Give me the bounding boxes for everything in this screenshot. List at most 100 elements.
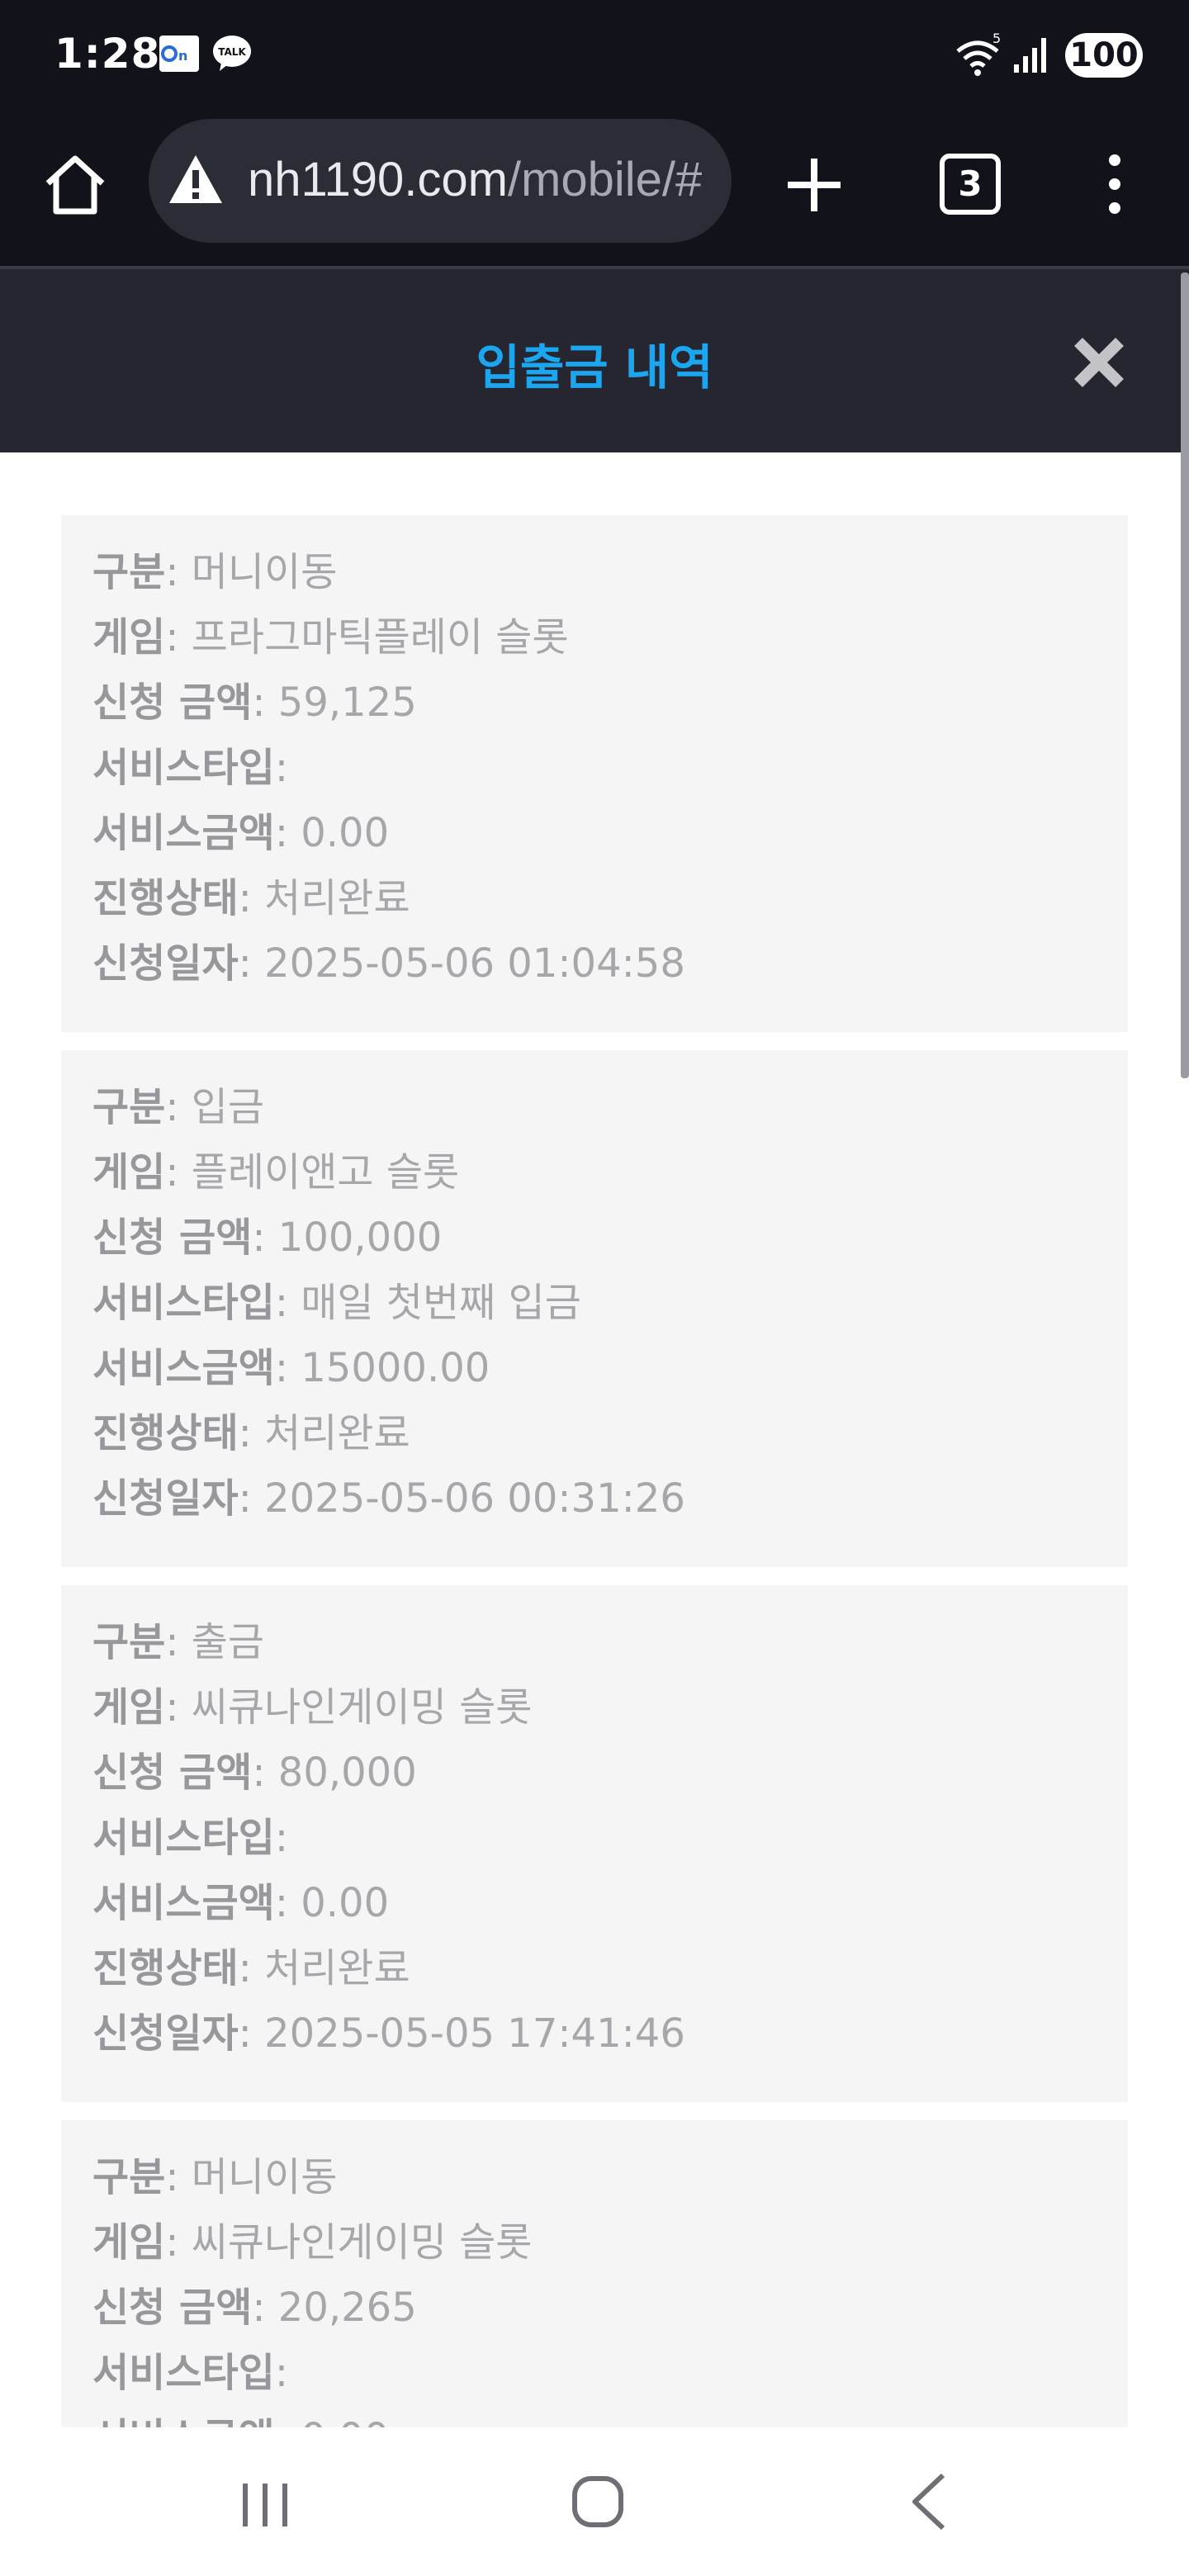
history-card: 구분: 출금 게임: 씨큐나인게이밍 슬롯 신청 금액: 80,000 서비스타… bbox=[61, 1585, 1128, 2102]
value-service-amount: 0.00 bbox=[301, 1880, 390, 1926]
field-game: 게임: 씨큐나인게이밍 슬롯 bbox=[92, 2219, 533, 2266]
field-service-type: 서비스타입: bbox=[92, 2350, 288, 2396]
status-bar: 1:28 n TALK 5 100 bbox=[0, 0, 1189, 111]
value-status: 처리완료 bbox=[264, 1945, 410, 1991]
field-game: 게임: 씨큐나인게이밍 슬롯 bbox=[92, 1684, 533, 1731]
url-bar[interactable]: nh1190.com/mobile/# bbox=[149, 119, 732, 243]
nav-home-icon[interactable] bbox=[571, 2475, 624, 2528]
label-service-amount: 서비스금액 bbox=[92, 1880, 275, 1926]
value-amount: 80,000 bbox=[277, 1750, 417, 1796]
kakaotalk-icon: TALK bbox=[213, 36, 251, 71]
field-amount: 신청 금액: 20,265 bbox=[92, 2285, 417, 2331]
field-status: 진행상태: 처리완료 bbox=[92, 1410, 410, 1456]
status-time: 1:28 bbox=[54, 30, 161, 78]
label-status: 진행상태 bbox=[92, 1410, 239, 1456]
label-service-amount: 서비스금액 bbox=[92, 810, 275, 856]
field-service-type: 서비스타입: 매일 첫번째 입금 bbox=[92, 1280, 581, 1326]
wifi-icon: 5 bbox=[956, 33, 1001, 76]
history-card: 구분: 머니이동 게임: 프라그마틱플레이 슬롯 신청 금액: 59,125 서… bbox=[61, 515, 1128, 1032]
field-service-type: 서비스타입: bbox=[92, 745, 288, 791]
value-type: 머니이동 bbox=[191, 2154, 338, 2200]
field-type: 구분: 출금 bbox=[92, 1619, 265, 1665]
field-amount: 신청 금액: 100,000 bbox=[92, 1215, 443, 1261]
label-game: 게임 bbox=[92, 1684, 166, 1731]
history-card: 구분: 머니이동 게임: 씨큐나인게이밍 슬롯 신청 금액: 20,265 서비… bbox=[61, 2120, 1128, 2434]
value-date: 2025-05-06 00:31:26 bbox=[264, 1475, 685, 1522]
field-game: 게임: 프라그마틱플레이 슬롯 bbox=[92, 614, 569, 661]
label-date: 신청일자 bbox=[92, 2010, 239, 2057]
label-game: 게임 bbox=[92, 2219, 166, 2266]
value-game: 플레이앤고 슬롯 bbox=[191, 1149, 460, 1196]
field-type: 구분: 입금 bbox=[92, 1084, 265, 1130]
label-type: 구분 bbox=[92, 1619, 166, 1665]
field-type: 구분: 머니이동 bbox=[92, 549, 338, 595]
url-text[interactable]: nh1190.com/mobile/# bbox=[248, 152, 702, 207]
label-game: 게임 bbox=[92, 1149, 166, 1196]
field-game: 게임: 플레이앤고 슬롯 bbox=[92, 1149, 460, 1196]
field-amount: 신청 금액: 80,000 bbox=[92, 1750, 417, 1796]
label-service-type: 서비스타입 bbox=[92, 1280, 275, 1326]
value-service-amount: 15000.00 bbox=[301, 1345, 490, 1391]
value-date: 2025-05-06 01:04:58 bbox=[264, 940, 685, 987]
field-status: 진행상태: 처리완료 bbox=[92, 875, 410, 921]
naver-on-icon: n bbox=[159, 36, 199, 72]
value-game: 씨큐나인게이밍 슬롯 bbox=[191, 1684, 533, 1731]
value-service-type: 매일 첫번째 입금 bbox=[301, 1280, 581, 1326]
history-card: 구분: 입금 게임: 플레이앤고 슬롯 신청 금액: 100,000 서비스타입… bbox=[61, 1050, 1128, 1567]
value-status: 처리완료 bbox=[264, 1410, 410, 1456]
home-icon[interactable] bbox=[40, 149, 111, 220]
value-date: 2025-05-05 17:41:46 bbox=[264, 2010, 685, 2057]
label-status: 진행상태 bbox=[92, 1945, 239, 1991]
value-type: 입금 bbox=[191, 1084, 265, 1130]
more-options-icon[interactable] bbox=[1098, 149, 1131, 220]
label-amount: 신청 금액 bbox=[92, 2285, 253, 2331]
value-amount: 59,125 bbox=[277, 680, 417, 726]
label-type: 구분 bbox=[92, 2154, 166, 2200]
svg-text:n: n bbox=[178, 48, 187, 64]
value-service-amount: 0.00 bbox=[301, 810, 390, 856]
label-status: 진행상태 bbox=[92, 875, 239, 921]
recent-apps-icon[interactable] bbox=[239, 2482, 291, 2528]
field-type: 구분: 머니이동 bbox=[92, 2154, 338, 2200]
label-date: 신청일자 bbox=[92, 940, 239, 987]
field-date: 신청일자: 2025-05-06 01:04:58 bbox=[92, 940, 685, 987]
url-path: /mobile/# bbox=[507, 153, 703, 206]
value-type: 출금 bbox=[191, 1619, 265, 1665]
label-service-amount: 서비스금액 bbox=[92, 1345, 275, 1391]
label-type: 구분 bbox=[92, 549, 166, 595]
tab-switcher-button[interactable]: 3 bbox=[940, 154, 1001, 215]
page-scrollbar[interactable] bbox=[1181, 272, 1189, 1078]
label-service-type: 서비스타입 bbox=[92, 2350, 275, 2396]
field-date: 신청일자: 2025-05-05 17:41:46 bbox=[92, 2010, 685, 2057]
value-amount: 20,265 bbox=[277, 2285, 417, 2331]
field-status: 진행상태: 처리완료 bbox=[92, 1945, 410, 1991]
wifi-label: 5 bbox=[992, 33, 1001, 46]
field-service-amount: 서비스금액: 0.00 bbox=[92, 1880, 390, 1926]
close-icon[interactable] bbox=[1070, 334, 1128, 391]
label-type: 구분 bbox=[92, 1084, 166, 1130]
page-title: 입출금 내역 bbox=[476, 339, 713, 395]
label-game: 게임 bbox=[92, 614, 166, 661]
value-game: 씨큐나인게이밍 슬롯 bbox=[191, 2219, 533, 2266]
value-amount: 100,000 bbox=[277, 1215, 443, 1261]
battery-indicator: 100 bbox=[1065, 33, 1143, 78]
field-service-amount: 서비스금액: 15000.00 bbox=[92, 1345, 490, 1391]
url-domain: nh1190.com bbox=[248, 153, 508, 206]
label-amount: 신청 금액 bbox=[92, 1215, 253, 1261]
warning-icon[interactable] bbox=[167, 152, 225, 206]
value-type: 머니이동 bbox=[191, 549, 338, 595]
value-status: 처리완료 bbox=[264, 875, 410, 921]
field-date: 신청일자: 2025-05-06 00:31:26 bbox=[92, 1475, 685, 1522]
back-icon[interactable] bbox=[908, 2472, 950, 2531]
label-amount: 신청 금액 bbox=[92, 680, 253, 726]
label-service-type: 서비스타입 bbox=[92, 745, 275, 791]
field-amount: 신청 금액: 59,125 bbox=[92, 680, 417, 726]
label-service-type: 서비스타입 bbox=[92, 1815, 275, 1861]
svg-text:TALK: TALK bbox=[218, 46, 246, 58]
label-amount: 신청 금액 bbox=[92, 1750, 253, 1796]
field-service-amount: 서비스금액: 0.00 bbox=[92, 810, 390, 856]
field-service-type: 서비스타입: bbox=[92, 1815, 288, 1861]
new-tab-icon[interactable] bbox=[781, 152, 847, 218]
label-date: 신청일자 bbox=[92, 1475, 239, 1522]
signal-icon bbox=[1014, 38, 1046, 73]
